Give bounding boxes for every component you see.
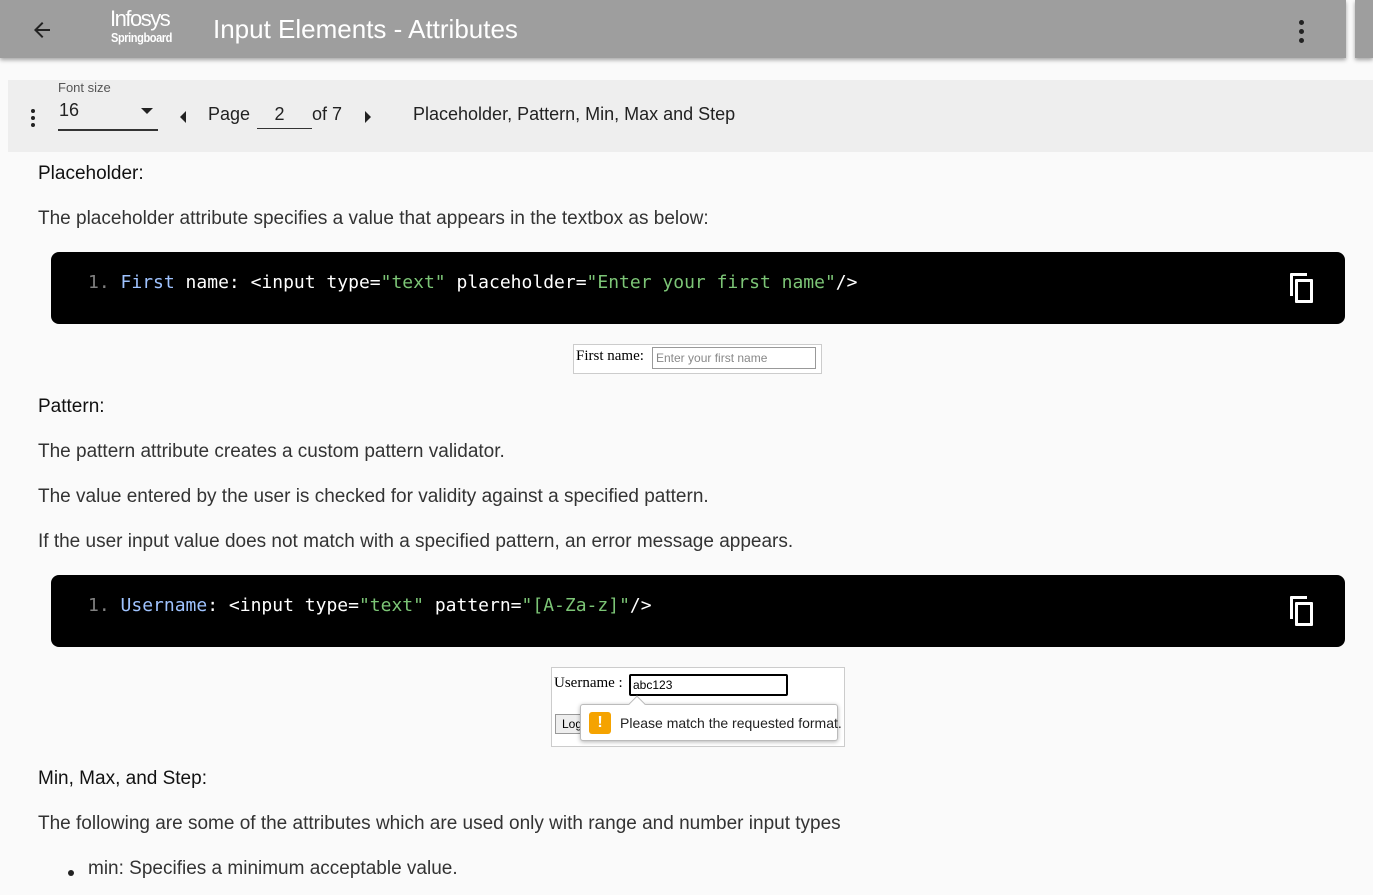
tooltip-text: Please match the requested format. (620, 715, 842, 731)
demo-label: First name: (576, 348, 644, 364)
code-line: 1. First name: <input type="text" placeh… (88, 272, 857, 293)
placeholder-demo-image: First name: Enter your first name (573, 344, 822, 374)
dropdown-caret-icon (141, 108, 153, 114)
code-token: "[A-Za-z]" (521, 595, 630, 616)
font-size-value: 16 (59, 100, 80, 120)
code-block-placeholder: 1. First name: <input type="text" placeh… (51, 252, 1345, 324)
placeholder-description: The placeholder attribute specifies a va… (38, 208, 709, 229)
code-token: /> (835, 272, 858, 293)
copy-icon (1290, 596, 1313, 626)
section-title: Placeholder, Pattern, Min, Max and Step (413, 104, 736, 124)
more-vertical-icon (1298, 19, 1304, 25)
code-block-pattern: 1. Username: <input type="text" pattern=… (51, 575, 1345, 647)
code-token: First (120, 272, 175, 293)
placeholder-heading: Placeholder: (38, 163, 144, 184)
min-max-step-heading: Min, Max, and Step: (38, 768, 207, 789)
code-token: placeholder= (445, 272, 587, 293)
content-area: Placeholder: The placeholder attribute s… (0, 152, 1373, 895)
previous-page-button[interactable] (175, 107, 191, 127)
code-token: "text" (380, 272, 446, 293)
code-token: "text" (358, 595, 424, 616)
logo-line1: Infosys (110, 6, 171, 31)
reader-toolbar: Font size 16 Page 2 of 7 Placeholder, Pa… (8, 80, 1373, 152)
code-token: Username (120, 595, 208, 616)
copy-icon (1290, 273, 1313, 303)
chevron-right-icon (365, 111, 371, 123)
demo-first-name-input: Enter your first name (652, 347, 816, 369)
pattern-demo-image: Username : abc123 Log ! Please match the… (551, 667, 845, 747)
app-bar-edge (1355, 0, 1373, 58)
pattern-paragraph-2: The value entered by the user is checked… (38, 486, 709, 507)
pattern-paragraph-3: If the user input value does not match w… (38, 531, 794, 552)
page-number-input[interactable]: 2 (257, 102, 312, 129)
code-token: : <input type= (207, 595, 359, 616)
pattern-heading: Pattern: (38, 396, 105, 417)
code-token: name: <input type= (174, 272, 381, 293)
next-page-button[interactable] (360, 107, 376, 127)
logo-line2: Springboard (111, 30, 173, 45)
font-size-label: Font size (58, 80, 111, 95)
code-token: pattern= (423, 595, 522, 616)
list-item: min: Specifies a minimum acceptable valu… (88, 858, 458, 879)
code-token: "Enter your first name" (586, 272, 836, 293)
infosys-springboard-logo: Infosys Springboard (110, 8, 174, 50)
app-bar: Infosys Springboard Input Elements - Att… (0, 0, 1346, 58)
toolbar-menu-button[interactable] (28, 106, 38, 130)
line-number: 1. (88, 595, 110, 616)
font-size-select[interactable]: 16 (58, 99, 158, 131)
demo-username-input: abc123 (629, 674, 788, 696)
arrow-left-icon (34, 22, 50, 38)
copy-code-button[interactable] (1287, 595, 1315, 627)
pattern-paragraph-1: The pattern attribute creates a custom p… (38, 441, 505, 462)
warning-icon: ! (589, 712, 611, 734)
page-total: of 7 (312, 104, 343, 124)
copy-code-button[interactable] (1287, 272, 1315, 304)
line-number: 1. (88, 272, 110, 293)
tooltip-arrow (628, 695, 646, 713)
min-max-step-description: The following are some of the attributes… (38, 813, 841, 834)
demo-label: Username : (554, 675, 623, 691)
code-token: /> (629, 595, 652, 616)
page-label: Page (208, 104, 251, 124)
more-options-button[interactable] (1287, 14, 1315, 48)
validation-tooltip: ! Please match the requested format. (580, 695, 842, 741)
more-vertical-icon (31, 109, 35, 113)
page-title: Input Elements - Attributes (213, 14, 518, 44)
back-button[interactable] (24, 12, 60, 48)
bullet-icon (68, 870, 74, 876)
chevron-left-icon (180, 111, 186, 123)
code-line: 1. Username: <input type="text" pattern=… (88, 595, 652, 616)
